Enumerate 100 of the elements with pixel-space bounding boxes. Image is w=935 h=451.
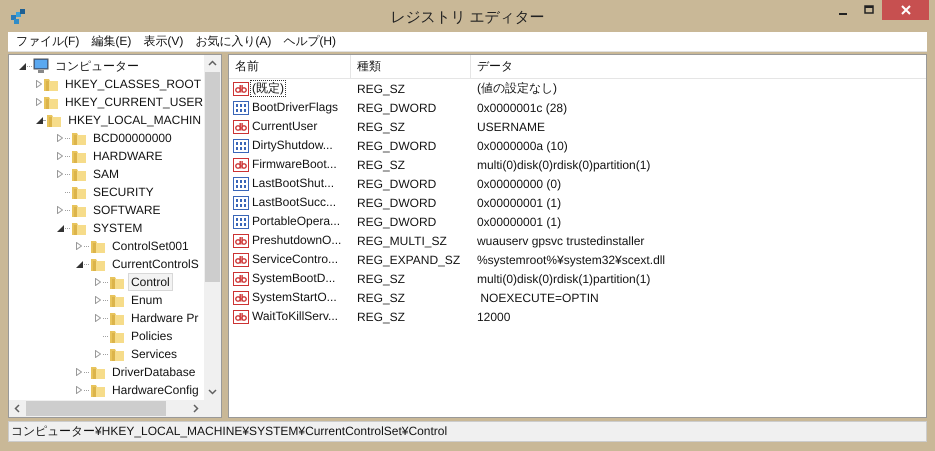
value-type: REG_SZ [356, 120, 406, 134]
tree-item[interactable]: コンピューター [52, 57, 142, 75]
status-bar: コンピューター¥HKEY_LOCAL_MACHINE¥SYSTEM¥CurrentControlSet¥Control [8, 421, 927, 442]
folder-icon [109, 328, 125, 344]
tree-item[interactable]: HKEY_CLASSES_ROOT [62, 75, 204, 93]
maximize-icon [864, 5, 874, 15]
folder-icon [90, 382, 106, 398]
string-value-icon [233, 272, 249, 286]
folder-icon [71, 166, 87, 182]
folder-icon [46, 112, 62, 128]
string-value-icon [233, 158, 249, 172]
scroll-thumb[interactable] [205, 72, 220, 282]
binary-value-icon [233, 100, 249, 114]
close-button[interactable] [882, 0, 929, 20]
tree-item[interactable]: SECURITY [90, 183, 157, 201]
value-name[interactable]: LastBootShut... [250, 175, 336, 192]
tree-item[interactable]: BCD00000000 [90, 129, 175, 147]
collapsed-triangle-icon[interactable] [95, 314, 101, 322]
menu-item[interactable]: ファイル(F) [10, 32, 86, 51]
value-name[interactable]: FirmwareBoot... [250, 156, 339, 173]
collapsed-triangle-icon[interactable] [57, 170, 63, 178]
value-data: 0x00000001 (1) [476, 196, 562, 210]
value-type: REG_DWORD [356, 196, 438, 210]
close-icon [900, 5, 910, 15]
value-name[interactable]: (既定) [250, 80, 286, 97]
tree-item[interactable]: HKEY_CURRENT_USER [62, 93, 204, 111]
menu-item[interactable]: お気に入り(A) [189, 32, 278, 51]
value-name[interactable]: LastBootSucc... [250, 194, 338, 211]
value-name[interactable]: DirtyShutdow... [250, 137, 335, 154]
folder-icon [71, 202, 87, 218]
collapsed-triangle-icon[interactable] [57, 134, 63, 142]
value-name[interactable]: PreshutdownO... [250, 232, 344, 249]
tree-item[interactable]: DriverDatabase [109, 363, 198, 381]
tree-item[interactable]: SYSTEM [90, 219, 146, 237]
value-name[interactable]: SystemStartO... [250, 289, 339, 306]
folder-icon [43, 94, 59, 110]
tree-item[interactable]: Policies [128, 327, 176, 345]
column-header[interactable]: 種類 [351, 55, 471, 78]
collapsed-triangle-icon[interactable] [76, 242, 82, 250]
menu-item[interactable]: 表示(V) [137, 32, 190, 51]
scroll-thumb[interactable] [26, 401, 166, 416]
expanded-triangle-icon[interactable] [76, 260, 82, 268]
tree-item[interactable]: CurrentControlS [109, 255, 202, 273]
string-value-icon [233, 252, 249, 266]
binary-value-icon [233, 176, 249, 190]
minimize-icon [839, 13, 847, 15]
column-header[interactable]: データ [471, 55, 926, 78]
value-data: multi(0)disk(0)rdisk(0)partition(1) [476, 158, 652, 172]
value-data: %systemroot%¥system32¥scext.dll [476, 252, 666, 266]
collapsed-triangle-icon[interactable] [36, 98, 42, 106]
menu-item[interactable]: 編集(E) [85, 32, 138, 51]
string-value-icon [233, 82, 249, 96]
computer-icon [33, 58, 49, 74]
value-type: REG_SZ [356, 310, 406, 324]
collapsed-triangle-icon[interactable] [36, 80, 42, 88]
folder-icon [90, 256, 106, 272]
collapsed-triangle-icon[interactable] [95, 350, 101, 358]
collapsed-triangle-icon[interactable] [95, 296, 101, 304]
collapsed-triangle-icon[interactable] [57, 152, 63, 160]
value-type: REG_SZ [356, 82, 406, 96]
collapsed-triangle-icon[interactable] [76, 386, 82, 394]
tree-item[interactable]: SOFTWARE [90, 201, 164, 219]
column-header[interactable]: 名前 [229, 55, 351, 78]
tree-item[interactable]: Control [128, 273, 173, 291]
value-name[interactable]: BootDriverFlags [250, 99, 340, 116]
value-type: REG_MULTI_SZ [356, 234, 448, 248]
collapsed-triangle-icon[interactable] [76, 368, 82, 376]
string-value-icon [233, 234, 249, 248]
folder-icon [109, 310, 125, 326]
collapsed-triangle-icon[interactable] [57, 206, 63, 214]
folder-icon [71, 130, 87, 146]
tree-item[interactable]: HardwareConfig [109, 381, 202, 399]
value-name[interactable]: PortableOpera... [250, 213, 342, 230]
folder-icon [90, 238, 106, 254]
tree-item[interactable]: Enum [128, 291, 166, 309]
value-name[interactable]: ServiceContro... [250, 251, 340, 268]
value-name[interactable]: WaitToKillServ... [250, 308, 340, 325]
folder-icon [109, 346, 125, 362]
expanded-triangle-icon[interactable] [18, 62, 26, 70]
folder-icon [71, 220, 87, 236]
menu-item[interactable]: ヘルプ(H) [277, 32, 342, 51]
tree-item[interactable]: HKEY_LOCAL_MACHIN [65, 111, 204, 129]
value-data: 0x0000000a (10) [476, 138, 569, 152]
tree-item[interactable]: Hardware Pr [128, 309, 202, 327]
tree-item[interactable]: ControlSet001 [109, 237, 192, 255]
tree-item[interactable]: HARDWARE [90, 147, 166, 165]
tree-item[interactable]: SAM [90, 165, 122, 183]
expanded-triangle-icon[interactable] [36, 116, 43, 124]
folder-icon [71, 184, 87, 200]
binary-value-icon [233, 138, 249, 152]
value-data: NOEXECUTE=OPTIN [479, 290, 600, 304]
value-data: 0x00000001 (1) [476, 214, 562, 228]
value-name[interactable]: CurrentUser [250, 118, 320, 135]
collapsed-triangle-icon[interactable] [95, 278, 101, 286]
tree-item[interactable]: Services [128, 345, 180, 363]
value-data: USERNAME [476, 120, 546, 134]
folder-icon [71, 148, 87, 164]
value-name[interactable]: SystemBootD... [250, 270, 338, 287]
value-type: REG_DWORD [356, 176, 438, 190]
expanded-triangle-icon[interactable] [56, 224, 64, 232]
